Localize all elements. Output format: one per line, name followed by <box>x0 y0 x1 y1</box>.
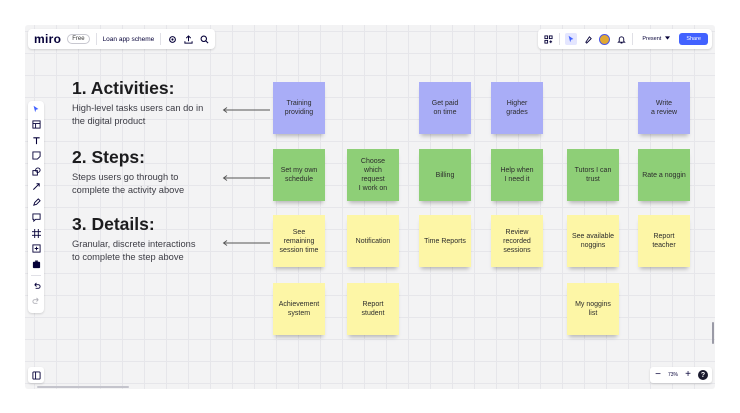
sticky-note-step[interactable]: Billing <box>419 149 471 201</box>
sticky-note-detail[interactable]: Report student <box>347 283 399 335</box>
reactions-icon[interactable] <box>582 33 594 45</box>
collaboration-toolbar: Present Share <box>538 29 712 49</box>
sticky-note-step[interactable]: Rate a noggin <box>638 149 690 201</box>
chevron-down-icon[interactable] <box>665 36 671 42</box>
section-description: High-level tasks users can do in the dig… <box>72 103 204 126</box>
help-button[interactable]: ? <box>698 370 708 380</box>
sticky-note-activity[interactable]: Higher grades <box>491 82 543 134</box>
sticky-note-step[interactable]: Choose which request I work on <box>347 149 399 201</box>
sticky-note-detail[interactable]: My noggins list <box>567 283 619 335</box>
templates-icon[interactable] <box>31 120 41 130</box>
search-icon[interactable] <box>199 34 209 44</box>
creation-toolbar <box>28 101 44 313</box>
sticky-note-step[interactable]: Help when I need it <box>491 149 543 201</box>
sticky-note-detail[interactable]: Review recorded sessions <box>491 215 543 267</box>
divider <box>31 274 41 276</box>
divider <box>95 33 97 45</box>
divider <box>559 33 561 45</box>
apps-icon[interactable] <box>542 33 554 45</box>
sticky-note-detail[interactable]: Time Reports <box>419 215 471 267</box>
more-apps-icon[interactable] <box>31 259 41 269</box>
section-title: 2. Steps: <box>72 147 145 167</box>
horizontal-scrollbar[interactable] <box>37 386 129 388</box>
sticky-note-activity[interactable]: Write a review <box>638 82 690 134</box>
section-details[interactable]: 3. Details: Granular, discrete interacti… <box>72 214 196 264</box>
sticky-note-step[interactable]: Tutors I can trust <box>567 149 619 201</box>
sticky-note-detail[interactable]: Achievement system <box>273 283 325 335</box>
zoom-controls: − 73% + ? <box>649 367 712 383</box>
sticky-note-detail[interactable]: See remaining session time <box>273 215 325 267</box>
sticky-note-icon[interactable] <box>31 151 41 161</box>
miro-logo[interactable]: miro <box>34 32 61 46</box>
sticky-note-detail[interactable]: Report teacher <box>638 215 690 267</box>
arrow-connector[interactable] <box>222 175 270 181</box>
present-label: Present <box>642 36 662 42</box>
shapes-icon[interactable] <box>31 166 41 176</box>
sticky-note-activity[interactable]: Training providing <box>273 82 325 134</box>
board-name[interactable]: Loan app scheme <box>103 36 155 43</box>
board-header: miro Free Loan app scheme <box>28 29 216 49</box>
present-button[interactable]: Present <box>638 34 674 44</box>
upload-icon[interactable] <box>31 244 41 254</box>
section-description: Steps users go through to complete the a… <box>72 172 185 195</box>
sticky-note-detail[interactable]: See available noggins <box>567 215 619 267</box>
sticky-note-activity[interactable]: Get paid on time <box>419 82 471 134</box>
notifications-bell-icon[interactable] <box>615 33 627 45</box>
settings-icon[interactable] <box>167 34 177 44</box>
divider <box>160 33 162 45</box>
section-title: 1. Activities: <box>72 78 175 98</box>
zoom-level[interactable]: 73% <box>668 372 678 378</box>
share-button[interactable]: Share <box>679 33 708 45</box>
section-description: Granular, discrete interactions to compl… <box>72 239 196 262</box>
export-icon[interactable] <box>183 34 193 44</box>
undo-icon[interactable] <box>31 281 41 291</box>
pen-icon[interactable] <box>31 197 41 207</box>
section-steps[interactable]: 2. Steps: Steps users go through to comp… <box>72 147 184 197</box>
user-avatar[interactable] <box>599 33 611 45</box>
connection-line-icon[interactable] <box>31 182 41 192</box>
board-canvas[interactable]: miro Free Loan app scheme Present Share … <box>25 25 715 389</box>
arrow-connector[interactable] <box>222 240 270 246</box>
zoom-out-button[interactable]: − <box>654 370 662 380</box>
redo-icon[interactable] <box>31 297 41 307</box>
arrow-connector[interactable] <box>222 107 270 113</box>
sticky-note-step[interactable]: Set my own schedule <box>273 149 325 201</box>
sticky-note-detail[interactable]: Notification <box>347 215 399 267</box>
sidebar-panel-icon <box>31 370 41 380</box>
plan-badge[interactable]: Free <box>67 34 90 44</box>
divider <box>632 33 634 45</box>
vertical-scrollbar[interactable] <box>712 322 714 344</box>
text-icon[interactable] <box>31 135 41 145</box>
frames-panel-toggle[interactable] <box>28 367 44 383</box>
zoom-in-button[interactable]: + <box>684 370 692 380</box>
select-pointer-icon[interactable] <box>31 104 41 114</box>
section-activities[interactable]: 1. Activities: High-level tasks users ca… <box>72 78 203 128</box>
frame-icon[interactable] <box>31 228 41 238</box>
section-title: 3. Details: <box>72 214 155 234</box>
cursor-icon[interactable] <box>565 33 578 45</box>
comment-icon[interactable] <box>31 213 41 223</box>
